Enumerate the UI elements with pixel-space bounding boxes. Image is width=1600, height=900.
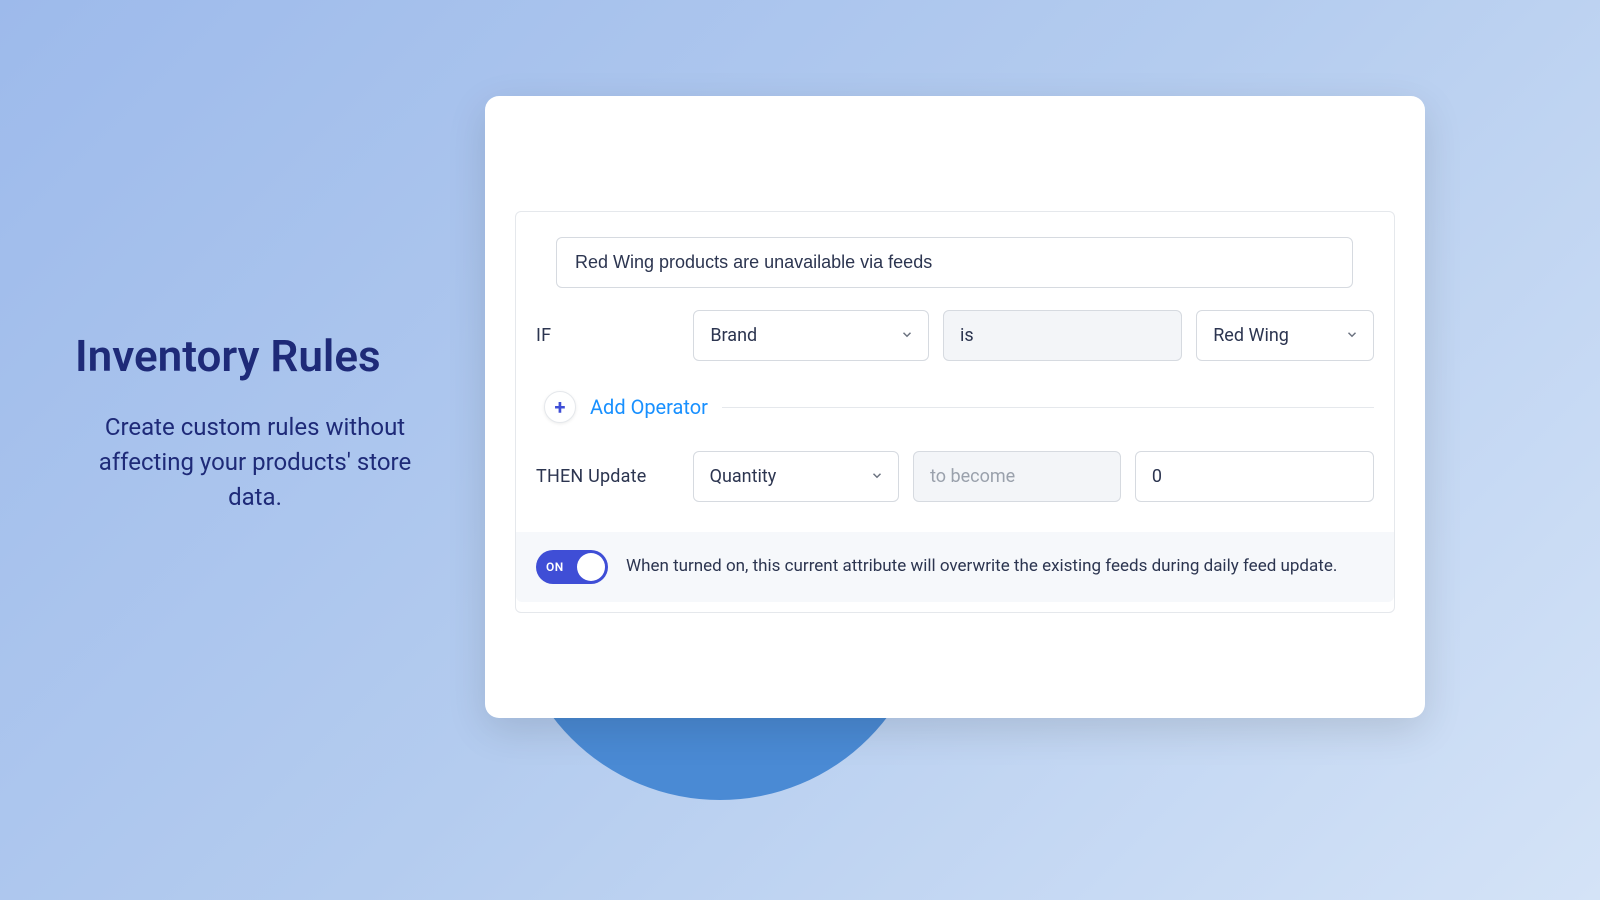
toggle-state-label: ON xyxy=(546,560,564,574)
if-attribute-select[interactable]: Brand xyxy=(693,310,929,361)
if-value-select[interactable]: Red Wing xyxy=(1196,310,1374,361)
if-attribute-value: Brand xyxy=(710,325,757,346)
then-action-field[interactable]: to become xyxy=(913,451,1121,502)
divider xyxy=(722,407,1374,408)
page-subtitle: Create custom rules without affecting yo… xyxy=(75,410,435,514)
rule-name-input[interactable] xyxy=(556,237,1353,288)
left-panel: Inventory Rules Create custom rules with… xyxy=(75,330,435,514)
chevron-down-icon xyxy=(900,325,914,346)
if-value-text: Red Wing xyxy=(1213,325,1289,346)
toggle-knob xyxy=(577,553,605,581)
if-label: IF xyxy=(536,325,679,346)
page-heading: Inventory Rules xyxy=(75,330,435,382)
plus-icon: + xyxy=(555,397,566,417)
toggle-description: When turned on, this current attribute w… xyxy=(626,555,1337,579)
add-operator-row: + Add Operator xyxy=(536,391,1374,423)
then-row: THEN Update Quantity to become 0 xyxy=(536,451,1374,502)
rule-card: IF Brand is Red Wing + Add Operator xyxy=(485,96,1425,718)
add-operator-link[interactable]: Add Operator xyxy=(590,395,708,419)
if-row: IF Brand is Red Wing xyxy=(536,310,1374,361)
then-attribute-value: Quantity xyxy=(710,466,777,487)
add-operator-button[interactable]: + xyxy=(544,391,576,423)
then-label: THEN Update xyxy=(536,466,679,487)
toggle-row: ON When turned on, this current attribut… xyxy=(516,532,1394,602)
then-value-input[interactable]: 0 xyxy=(1135,451,1374,502)
chevron-down-icon xyxy=(870,466,884,487)
if-operator-field[interactable]: is xyxy=(943,310,1182,361)
then-attribute-select[interactable]: Quantity xyxy=(693,451,899,502)
chevron-down-icon xyxy=(1345,325,1359,346)
rule-form: IF Brand is Red Wing + Add Operator xyxy=(515,211,1395,613)
overwrite-toggle[interactable]: ON xyxy=(536,550,608,584)
